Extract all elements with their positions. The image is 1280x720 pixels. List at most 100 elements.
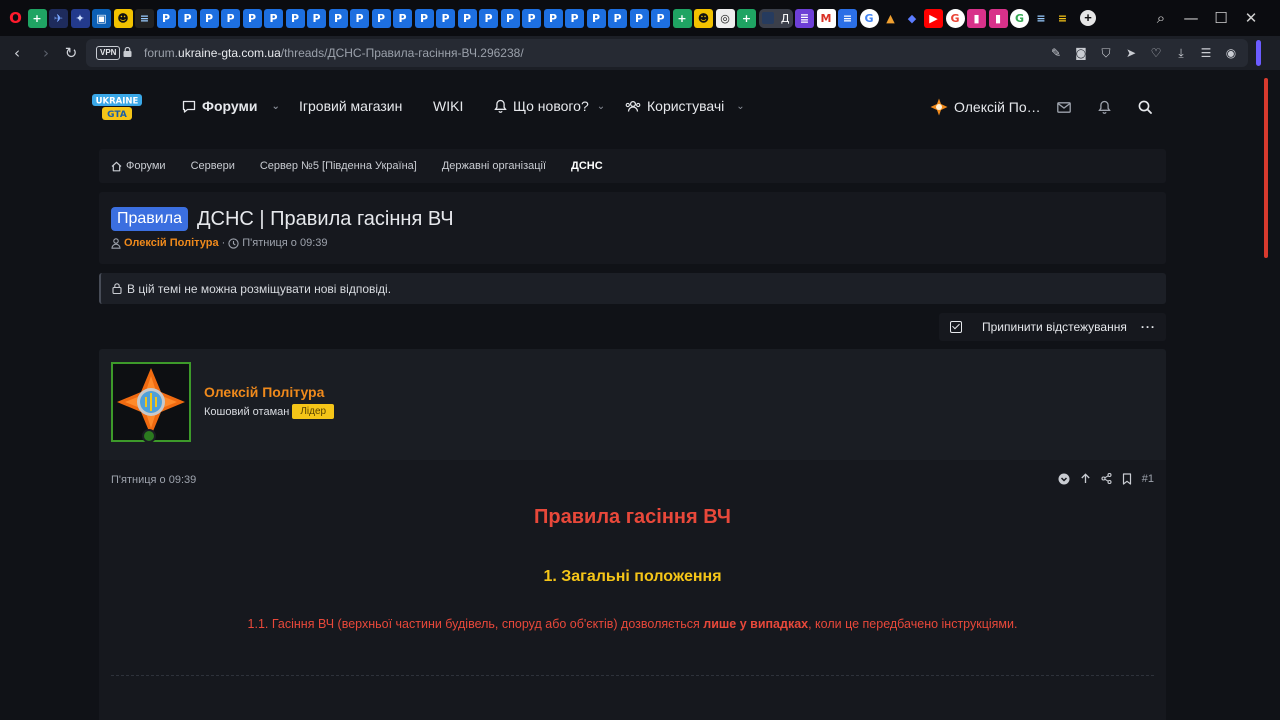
search-icon[interactable] — [1136, 98, 1154, 116]
post-username[interactable]: Олексій Політура — [204, 384, 324, 400]
shield-icon[interactable]: ⛉ — [1098, 45, 1114, 61]
download-icon[interactable]: ⤓ — [1173, 45, 1189, 61]
breadcrumb-item[interactable]: Державні організації — [442, 160, 546, 172]
tab-sheets-icon[interactable]: + — [672, 8, 692, 28]
tab-ghost-icon[interactable]: ✦ — [70, 8, 90, 28]
tab-radar-icon[interactable]: ≡ — [1032, 9, 1051, 28]
maximize-icon[interactable]: ☐ — [1206, 0, 1236, 36]
chevron-down-icon[interactable]: ⌄ — [597, 101, 605, 112]
easy-setup-icon[interactable]: ☰ — [1198, 45, 1214, 61]
opera-icon[interactable]: O — [6, 9, 25, 28]
edit-icon[interactable]: ✎ — [1048, 45, 1064, 61]
nav-users[interactable]: Користувачі ⌄ — [625, 98, 745, 114]
tab-google-icon[interactable]: G — [1010, 8, 1029, 28]
tab-p-icon[interactable]: P — [221, 8, 240, 28]
forward-icon[interactable]: › — [33, 36, 59, 70]
checkbox-icon[interactable] — [950, 321, 962, 333]
tab-p-icon[interactable]: P — [586, 8, 606, 28]
tab-youtube-icon[interactable]: ▶ — [924, 8, 943, 28]
tab-p-icon[interactable]: P — [629, 8, 649, 28]
tab-p-icon[interactable]: P — [178, 8, 197, 28]
tab-p-icon[interactable]: P — [543, 8, 563, 28]
tab-p-icon[interactable]: P — [565, 8, 584, 28]
tab-p-icon[interactable]: P — [350, 8, 369, 28]
tab-sheets-icon[interactable]: + — [27, 8, 47, 28]
send-icon[interactable]: ➤ — [1123, 45, 1139, 61]
tab-radar-icon[interactable]: ≡ — [1053, 9, 1072, 28]
tab-p-icon[interactable]: P — [328, 8, 348, 28]
tab-gmail-icon[interactable]: M — [816, 8, 836, 28]
tab-list-icon[interactable]: ≣ — [795, 8, 814, 28]
tab-target-icon[interactable]: ◎ — [715, 8, 735, 28]
nav-shop[interactable]: Ігровий магазин — [299, 98, 402, 114]
tab-p-icon[interactable]: P — [479, 8, 498, 28]
tab-google-icon[interactable]: G — [859, 8, 879, 28]
new-tab-icon[interactable]: + — [1080, 10, 1096, 26]
reaction-icon[interactable] — [1058, 472, 1071, 485]
tab-radar-icon[interactable]: ≡ — [135, 8, 154, 28]
thread-prefix-badge[interactable]: Правила — [111, 207, 188, 231]
tab-p-icon[interactable]: P — [457, 8, 477, 28]
share-icon[interactable] — [1100, 472, 1113, 485]
tab-p-icon[interactable]: P — [500, 8, 520, 28]
post-number[interactable]: #1 — [1142, 473, 1154, 485]
tab-smile-icon[interactable]: ☻ — [694, 8, 713, 28]
tab-search-icon[interactable]: ⌕ — [1146, 0, 1176, 36]
back-icon[interactable]: ‹ — [4, 36, 30, 70]
account-menu[interactable]: Олексій По… — [930, 98, 1041, 116]
scrollbar-thumb[interactable] — [1264, 78, 1268, 258]
nav-forums[interactable]: Форуми ⌄ — [182, 98, 280, 114]
tab-bird-icon[interactable]: ✈ — [49, 8, 68, 28]
breadcrumb-item[interactable]: Сервер №5 [Південна Україна] — [260, 160, 417, 172]
camera-icon[interactable]: ◙ — [1073, 45, 1089, 61]
tab-mountain-icon[interactable]: ▲ — [881, 9, 900, 28]
post-date[interactable]: П'ятниця о 09:39 — [111, 474, 196, 486]
reload-icon[interactable]: ↻ — [58, 36, 84, 70]
tab-p-icon[interactable]: P — [264, 8, 283, 28]
tab-active[interactable]: Д — [758, 8, 793, 28]
tab-docs-icon[interactable]: ≡ — [838, 8, 857, 28]
tab-p-icon[interactable]: P — [393, 8, 412, 28]
tab-p-icon[interactable]: P — [436, 8, 455, 28]
tab-p-icon[interactable]: P — [285, 8, 305, 28]
tab-google-icon[interactable]: G — [945, 8, 965, 28]
thread-author[interactable]: Олексій Політура — [124, 237, 219, 249]
breadcrumb-current[interactable]: ДСНС — [571, 160, 603, 172]
tab-p-icon[interactable]: P — [199, 8, 219, 28]
nav-whats-new[interactable]: Що нового? ⌄ — [494, 98, 605, 114]
chevron-down-icon[interactable]: ⌄ — [271, 101, 279, 112]
url-text[interactable]: forum.ukraine-gta.com.ua/threads/ДСНС-Пр… — [144, 46, 524, 60]
vpn-badge[interactable]: VPN — [96, 46, 121, 60]
thread-date[interactable]: П'ятниця о 09:39 — [242, 237, 327, 249]
tab-p-icon[interactable]: P — [608, 8, 627, 28]
page-scrollbar[interactable] — [1262, 70, 1280, 720]
tab-pink-icon[interactable]: ▮ — [988, 8, 1008, 28]
tab-game-icon[interactable]: ◆ — [903, 9, 922, 28]
bookmark-icon[interactable] — [1121, 472, 1134, 485]
heart-icon[interactable]: ♡ — [1148, 45, 1164, 61]
lock-icon[interactable] — [123, 47, 132, 57]
tab-pink-icon[interactable]: ▮ — [967, 8, 986, 28]
tab-sheets-icon[interactable]: + — [737, 8, 756, 28]
chevron-down-icon[interactable]: ⌄ — [736, 101, 744, 112]
site-logo[interactable]: UKRAINE GTA — [90, 90, 144, 124]
more-options-icon[interactable]: ··· — [1141, 320, 1156, 334]
tab-p-icon[interactable]: P — [307, 8, 326, 28]
sidebar-toggle[interactable] — [1256, 40, 1261, 66]
tab-p-icon[interactable]: P — [242, 8, 262, 28]
minimize-icon[interactable]: — — [1176, 0, 1206, 36]
unwatch-button[interactable]: Припинити відстежування — [982, 320, 1127, 334]
tab-smile-icon[interactable]: ☻ — [113, 8, 133, 28]
alerts-bell-icon[interactable] — [1095, 98, 1113, 116]
nav-wiki[interactable]: WIKI — [433, 98, 463, 114]
profile-icon[interactable]: ◉ — [1223, 45, 1239, 61]
arrow-up-icon[interactable] — [1079, 472, 1092, 485]
tab-p-icon[interactable]: P — [414, 8, 434, 28]
breadcrumb-item[interactable]: Форуми — [111, 160, 166, 172]
tab-p-icon[interactable]: P — [651, 8, 670, 28]
tab-p-icon[interactable]: P — [156, 8, 176, 28]
tab-p-icon[interactable]: P — [522, 8, 541, 28]
close-window-icon[interactable]: ✕ — [1236, 0, 1266, 36]
tab-app-icon[interactable]: ▣ — [92, 8, 111, 28]
inbox-icon[interactable] — [1055, 98, 1073, 116]
